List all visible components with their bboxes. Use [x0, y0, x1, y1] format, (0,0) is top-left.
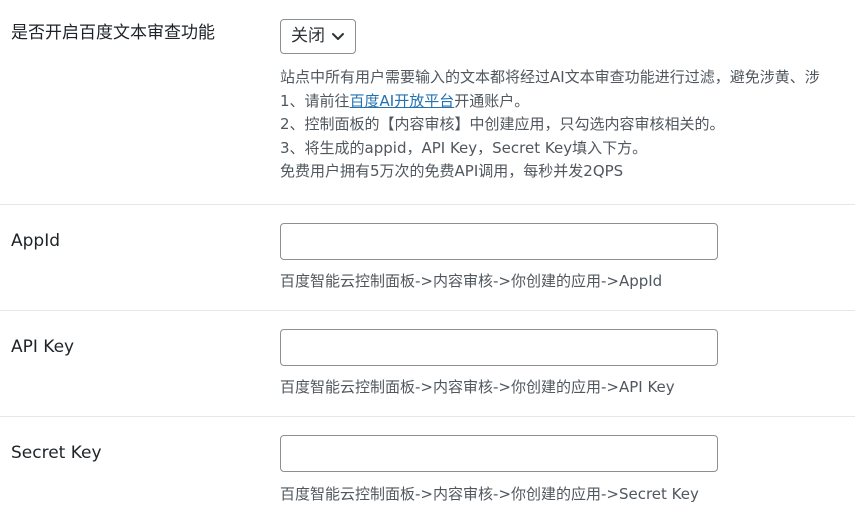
- appid-hint: 百度智能云控制面板->内容审核->你创建的应用->AppId: [280, 272, 663, 290]
- secretkey-input[interactable]: [280, 435, 718, 472]
- baidu-ai-platform-link[interactable]: 百度AI开放平台: [350, 92, 455, 110]
- row-divider: [0, 310, 855, 311]
- appid-label: AppId: [11, 231, 61, 251]
- apikey-label: API Key: [11, 337, 75, 357]
- chevron-down-icon: [332, 33, 344, 40]
- moderation-description: 站点中所有用户需要输入的文本都将经过AI文本审查功能进行过滤，避免涉黄、涉 1、…: [280, 66, 820, 184]
- row-divider: [0, 416, 855, 417]
- apikey-input[interactable]: [280, 329, 718, 366]
- moderation-select-value: 关闭: [291, 26, 325, 46]
- secretkey-label: Secret Key: [11, 443, 102, 463]
- row-divider: [0, 204, 855, 205]
- moderation-select[interactable]: 关闭: [280, 19, 356, 54]
- apikey-hint: 百度智能云控制面板->内容审核->你创建的应用->API Key: [280, 378, 675, 396]
- description-line: 1、请前往百度AI开放平台开通账户。: [280, 91, 530, 110]
- description-line: 3、将生成的appid，API Key，Secret Key填入下方。: [280, 138, 648, 157]
- description-line: 站点中所有用户需要输入的文本都将经过AI文本审查功能进行过滤，避免涉黄、涉: [280, 68, 820, 86]
- secretkey-hint: 百度智能云控制面板->内容审核->你创建的应用->Secret Key: [280, 485, 699, 503]
- moderation-label: 是否开启百度文本审查功能: [11, 23, 215, 43]
- appid-input[interactable]: [280, 223, 718, 260]
- description-line: 免费用户拥有5万次的免费API调用，每秒并发2QPS: [280, 162, 624, 180]
- description-line: 2、控制面板的【内容审核】中创建应用，只勾选内容审核相关的。: [280, 115, 725, 133]
